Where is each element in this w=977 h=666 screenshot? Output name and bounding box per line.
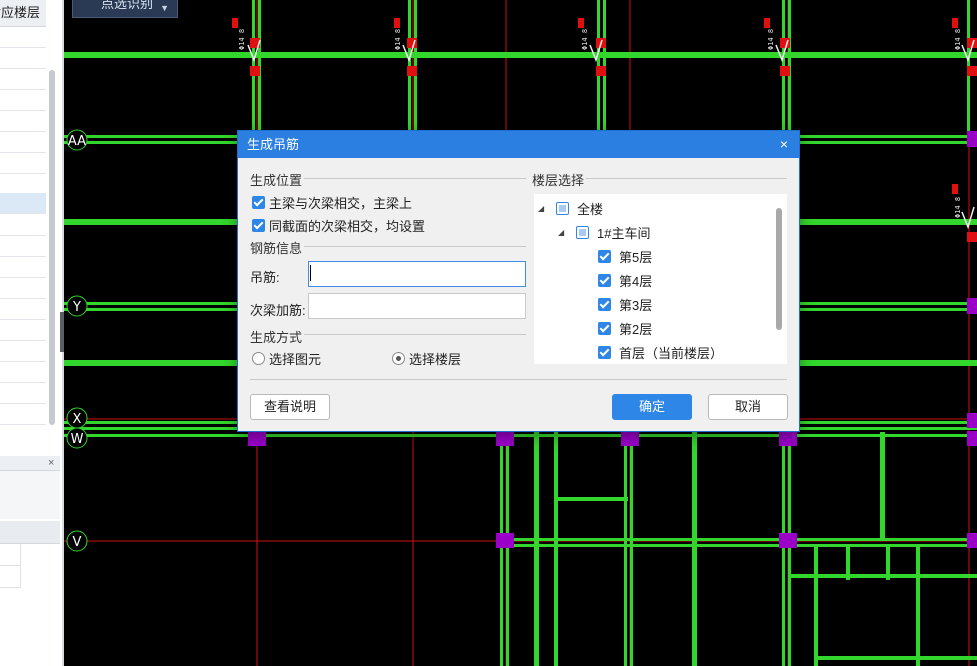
option-same-section-intersect[interactable]: 同截面的次梁相交，均设置 — [252, 216, 425, 235]
divider — [586, 178, 787, 179]
list-item[interactable] — [0, 69, 46, 90]
generate-hanger-dialog: 生成吊筋 × 生成位置 主梁与次梁相交，主梁上 同截面的次梁相交，均设置 钢筋信… — [238, 131, 799, 431]
column-header-floor: 对应楼层 — [0, 0, 46, 27]
list-item[interactable] — [0, 383, 46, 404]
bottom-panel-close-icon[interactable]: × — [48, 456, 54, 470]
option-main-secondary-intersect[interactable]: 主梁与次梁相交，主梁上 — [252, 193, 412, 212]
tree-node-label: 第5层 — [619, 250, 653, 265]
list-item[interactable] — [0, 299, 46, 320]
rebar-section-label: 钢筋信息 — [250, 241, 303, 256]
tree-node-label: 首层（当前楼层） — [619, 346, 724, 361]
tree-node-main-workshop[interactable]: ◢ 1#主车间 — [558, 223, 650, 242]
tree-node-whole-building[interactable]: ◢ 全楼 — [538, 199, 603, 218]
tree-node-label: 全楼 — [577, 202, 604, 217]
radio-select-element[interactable]: 选择图元 — [252, 349, 321, 368]
left-panel: 对应楼层 × — [0, 0, 63, 666]
tree-node-floor[interactable]: 第3层 — [598, 295, 652, 314]
checkbox-checked-icon[interactable] — [598, 346, 611, 359]
option-label: 同截面的次梁相交，均设置 — [269, 219, 426, 234]
collapse-icon[interactable]: ◢ — [558, 228, 568, 237]
checkbox-partial-icon[interactable] — [556, 202, 569, 215]
list-item[interactable] — [0, 320, 46, 341]
checkbox-partial-icon[interactable] — [576, 226, 589, 239]
view-instructions-button[interactable]: 查看说明 — [250, 394, 330, 420]
tree-node-floor[interactable]: 第5层 — [598, 247, 652, 266]
position-section-label: 生成位置 — [250, 173, 303, 188]
point-select-identify-button[interactable]: 点选识别 ▼ — [72, 0, 178, 18]
radio-label: 选择图元 — [269, 352, 322, 367]
axis-label-w: W — [71, 432, 84, 447]
axis-label-aa: AA — [68, 134, 86, 149]
tree-node-label: 第4层 — [619, 274, 653, 289]
list-item[interactable] — [0, 48, 46, 69]
tree-node-floor[interactable]: 第2层 — [598, 319, 652, 338]
secondary-beam-rebar-label: 次梁加筋: — [250, 303, 306, 318]
tree-node-label: 1#主车间 — [597, 226, 651, 241]
beam-tag: Φ14 8 — [954, 29, 962, 50]
dialog-title: 生成吊筋 — [238, 131, 799, 158]
list-item[interactable] — [0, 278, 46, 299]
radio-label: 选择楼层 — [409, 352, 462, 367]
beam-tag: Φ14 8 — [238, 29, 246, 50]
bottom-grid-header — [0, 521, 60, 544]
axis-label-v: V — [73, 535, 82, 550]
beam-tag: Φ14 8 — [954, 197, 962, 218]
cancel-button[interactable]: 取消 — [708, 394, 788, 420]
text-caret — [310, 265, 311, 281]
secondary-beam-rebar-input[interactable] — [308, 293, 526, 319]
list-item[interactable] — [0, 90, 46, 111]
radio-icon[interactable] — [252, 352, 265, 365]
beam-tag: Φ14 8 — [394, 29, 402, 50]
table-row[interactable] — [0, 544, 21, 566]
table-row[interactable] — [0, 566, 21, 588]
left-scrollbar[interactable] — [49, 70, 55, 425]
list-item[interactable] — [0, 236, 46, 257]
floor-tree: ◢ 全楼 ◢ 1#主车间 第5层 第4层 第3层 第2层 首层（当前楼层） — [534, 194, 787, 364]
list-item[interactable] — [0, 362, 46, 383]
divider — [304, 246, 526, 247]
list-item-selected[interactable] — [0, 193, 46, 214]
tree-node-floor[interactable]: 第4层 — [598, 271, 652, 290]
list-item[interactable] — [0, 215, 46, 236]
hanger-label: 吊筋: — [250, 270, 280, 285]
checkbox-checked-icon[interactable] — [252, 196, 265, 209]
option-label: 主梁与次梁相交，主梁上 — [269, 196, 413, 211]
tree-node-floor-current[interactable]: 首层（当前楼层） — [598, 343, 723, 362]
floor-section-label: 楼层选择 — [532, 173, 585, 188]
radio-selected-icon[interactable] — [392, 352, 405, 365]
hanger-input[interactable] — [308, 261, 526, 287]
list-item[interactable] — [0, 341, 46, 362]
checkbox-checked-icon[interactable] — [598, 298, 611, 311]
beam-tag: Φ14 8 — [767, 29, 775, 50]
checkbox-checked-icon[interactable] — [598, 322, 611, 335]
point-select-identify-label: 点选识别 — [101, 0, 154, 11]
checkbox-checked-icon[interactable] — [598, 274, 611, 287]
axis-label-x: X — [73, 412, 82, 427]
tree-node-label: 第2层 — [619, 322, 653, 337]
checkbox-checked-icon[interactable] — [598, 250, 611, 263]
radio-select-floor[interactable]: 选择楼层 — [392, 349, 461, 368]
divider — [304, 178, 526, 179]
list-item[interactable] — [0, 27, 46, 48]
checkbox-checked-icon[interactable] — [252, 219, 265, 232]
ok-button[interactable]: 确定 — [612, 394, 692, 420]
close-icon[interactable]: × — [775, 131, 793, 158]
axis-label-y: Y — [72, 300, 81, 315]
tree-node-label: 第3层 — [619, 298, 653, 313]
method-section-label: 生成方式 — [250, 330, 303, 345]
bottom-panel-toolbar — [0, 471, 60, 519]
collapse-icon[interactable]: ◢ — [538, 204, 548, 213]
dropdown-arrow-icon[interactable]: ▼ — [160, 0, 169, 19]
list-item[interactable] — [0, 132, 46, 153]
list-item[interactable] — [0, 111, 46, 132]
list-item[interactable] — [0, 153, 46, 174]
tree-scrollbar[interactable] — [776, 208, 782, 330]
list-item[interactable] — [0, 257, 46, 278]
beam-tag: Φ14 8 — [581, 29, 589, 50]
divider — [304, 334, 526, 335]
divider — [250, 379, 787, 380]
list-item[interactable] — [0, 404, 46, 425]
